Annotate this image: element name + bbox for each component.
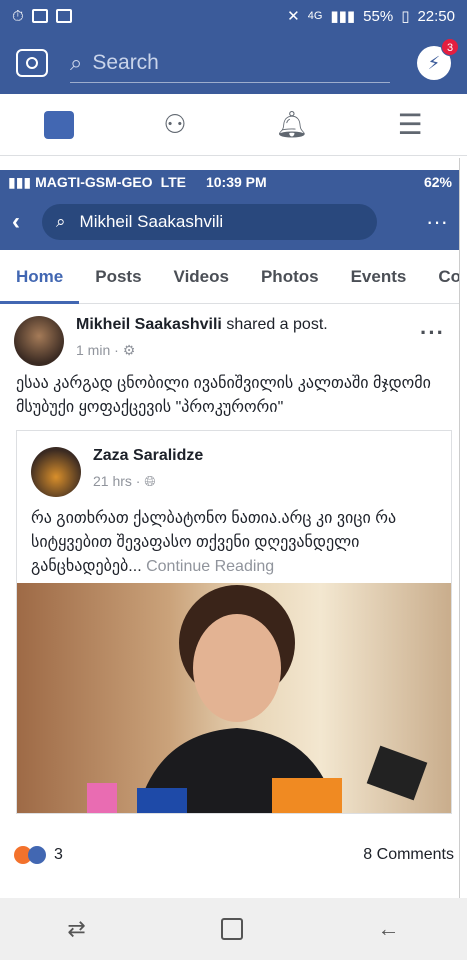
privacy-gear-icon: ⚙ bbox=[122, 342, 136, 358]
inner-search-query: Mikheil Saakashvili bbox=[79, 212, 224, 231]
recents-icon[interactable]: ⇄ bbox=[67, 916, 85, 942]
post-action: shared a post. bbox=[226, 316, 328, 333]
reaction-count[interactable]: 3 bbox=[54, 846, 63, 864]
globe-icon: 🌐︎ bbox=[144, 473, 156, 489]
carrier: MAGTI-GSM-GEO bbox=[35, 174, 153, 190]
tab-photos[interactable]: Photos bbox=[245, 250, 335, 304]
status-bar: ⏱ ✕ 4G ▮▮▮ 55% ▯ 22:50 bbox=[0, 0, 467, 32]
inner-search-icon: ⌕ bbox=[56, 212, 66, 231]
like-reaction-icon bbox=[28, 846, 46, 864]
tab-posts[interactable]: Posts bbox=[79, 250, 157, 304]
mute-icon: ✕ bbox=[287, 8, 300, 25]
post-text: ესაა კარგად ცნობილი ივანიშვილის კალთაში … bbox=[16, 375, 431, 416]
news-feed-icon[interactable] bbox=[44, 110, 75, 139]
system-nav-bar: ⇄ ← bbox=[0, 898, 467, 960]
main-nav: ⚇ 🔔︎ ☰ bbox=[0, 94, 467, 156]
messenger-icon: ⚡ bbox=[427, 52, 441, 73]
tab-events[interactable]: Events bbox=[335, 250, 423, 304]
search-input[interactable]: ⌕ Search bbox=[70, 43, 390, 83]
shared-post[interactable]: Zaza Saralidze 21 hrs · 🌐︎ რა გითხრათ ქა… bbox=[16, 430, 452, 814]
messenger-button[interactable]: ⚡ 3 bbox=[417, 38, 459, 80]
signal-icon: ▮▮▮ bbox=[330, 8, 356, 25]
shared-post-header: Zaza Saralidze 21 hrs · 🌐︎ bbox=[31, 447, 203, 497]
menu-icon[interactable]: ☰ bbox=[397, 108, 422, 141]
notifications-icon[interactable]: 🔔︎ bbox=[276, 109, 309, 140]
messenger-badge: 3 bbox=[441, 38, 459, 56]
shared-time: 21 hrs · bbox=[93, 473, 141, 489]
inner-network: LTE bbox=[160, 174, 186, 190]
post-photo[interactable] bbox=[17, 583, 451, 813]
inner-search-input[interactable]: ⌕ Mikheil Saakashvili bbox=[42, 204, 377, 240]
tab-videos[interactable]: Videos bbox=[158, 250, 245, 304]
inner-battery: 62% bbox=[423, 174, 452, 190]
shared-avatar[interactable] bbox=[31, 447, 81, 497]
woman-photo bbox=[87, 585, 428, 813]
clock: 22:50 bbox=[417, 7, 455, 25]
shared-author[interactable]: Zaza Saralidze bbox=[93, 447, 203, 465]
network-label: 4G bbox=[307, 10, 323, 22]
home-icon[interactable] bbox=[220, 918, 243, 940]
battery-level: 55% bbox=[363, 7, 394, 25]
back-icon[interactable]: ‹ bbox=[12, 208, 20, 236]
shared-screenshot: ▮▮▮ MAGTI-GSM-GEO LTE 10:39 PM 62% ‹ ⌕ M… bbox=[0, 158, 460, 898]
tab-home[interactable]: Home bbox=[0, 250, 80, 304]
top-bar: ⌕ Search ⚡ 3 bbox=[0, 32, 467, 94]
search-icon: ⌕ bbox=[70, 49, 83, 75]
search-placeholder: Search bbox=[92, 50, 159, 74]
tab-community[interactable]: Co bbox=[422, 250, 459, 304]
post-header: Mikheil Saakashvili shared a post. 1 min… bbox=[14, 316, 328, 366]
screenshot-icon bbox=[55, 9, 72, 23]
post-author[interactable]: Mikheil Saakashvili bbox=[76, 316, 222, 333]
comments-count[interactable]: 8 Comments bbox=[363, 846, 454, 864]
shared-text: რა გითხრათ ქალბატონო ნათია.არც კი ვიცი რ… bbox=[31, 507, 445, 579]
battery-icon: ▯ bbox=[401, 8, 410, 25]
post-author-line: Mikheil Saakashvili shared a post. bbox=[76, 316, 328, 334]
avatar[interactable] bbox=[14, 316, 64, 366]
post-options-icon[interactable]: ··· bbox=[420, 320, 445, 346]
continue-reading-link[interactable]: Continue Reading bbox=[146, 558, 274, 575]
friends-icon[interactable]: ⚇ bbox=[163, 109, 186, 140]
inner-signal-icon: ▮▮▮ bbox=[8, 173, 32, 190]
more-icon[interactable]: ··· bbox=[426, 209, 448, 235]
inner-top-bar: ‹ ⌕ Mikheil Saakashvili ··· bbox=[0, 194, 459, 250]
timer-icon: ⏱ bbox=[12, 7, 24, 25]
post-time-line: 1 min · ⚙ bbox=[76, 342, 328, 359]
shared-time-line: 21 hrs · 🌐︎ bbox=[93, 473, 203, 490]
page-tabs: Home Posts Videos Photos Events Co bbox=[0, 250, 459, 304]
camera-icon[interactable] bbox=[16, 49, 48, 77]
inner-clock: 10:39 PM bbox=[205, 174, 267, 190]
back-nav-icon[interactable]: ← bbox=[378, 916, 400, 942]
post-footer: 3 8 Comments bbox=[14, 846, 454, 864]
image-icon bbox=[31, 9, 48, 23]
post-time: 1 min · bbox=[76, 342, 119, 358]
inner-status-bar: ▮▮▮ MAGTI-GSM-GEO LTE 10:39 PM 62% bbox=[0, 170, 459, 194]
